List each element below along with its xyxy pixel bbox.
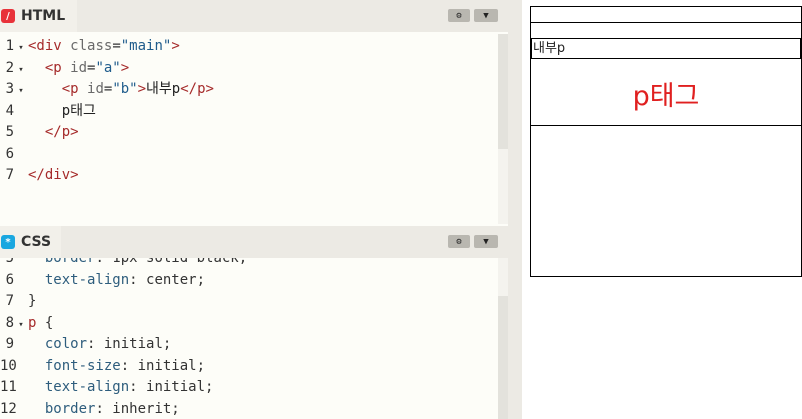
code-line[interactable]: 7 </div> [0,165,79,186]
line-number: 7 [5,167,14,183]
html-icon: / [1,9,15,23]
chevron-down-icon: ▼ [483,236,489,247]
html-scrollbar-thumb[interactable] [498,34,508,149]
code-line[interactable]: 11 text-align: initial; [0,377,213,398]
gear-icon: ⚙ [456,10,462,21]
chevron-down-icon: ▼ [483,10,489,21]
line-number: 5 [5,124,14,140]
html-collapse-button[interactable]: ▼ [474,9,498,22]
line-number: 3 [5,81,14,97]
css-panel-title: CSS [21,234,52,250]
html-code-editor[interactable]: 1 ▾ <div class="main"> 2 ▾ <p id="a"> 3 ▾ <p i… [0,34,498,224]
code-line[interactable]: 10 font-size: initial; [0,356,205,377]
html-settings-button[interactable]: ⚙ [448,9,470,22]
code-line[interactable]: 1 ▾ <div class="main"> [0,36,180,57]
code-line[interactable]: 9 color: initial; [0,334,172,355]
code-line[interactable]: 5 </p> [0,122,79,143]
preview-pane: 내부p p태그 [522,0,802,419]
css-icon: * [1,235,15,249]
fold-arrow-icon[interactable]: ▾ [14,38,28,59]
line-number: 1 [5,38,14,54]
code-text: p { [28,314,54,331]
code-text: font-size: initial; [44,357,206,374]
code-text: <p id="a"> [44,59,130,76]
line-number: 6 [5,145,14,162]
line-number: 11 [0,379,17,395]
code-text: border: inherit; [44,400,180,417]
fold-arrow-icon[interactable]: ▾ [14,315,28,336]
tab-css[interactable]: * CSS [0,226,61,258]
line-number: 8 [5,314,14,331]
code-text: <div class="main"> [28,38,180,54]
code-line[interactable]: 4 p태그 [0,101,96,122]
line-number: 9 [5,336,14,352]
code-editor-pane: / HTML ⚙ ▼ 1 ▾ <div class="main"> 2 ▾ <p id=… [0,0,508,419]
code-text: text-align: initial; [44,379,214,395]
fold-arrow-icon[interactable]: ▾ [14,81,28,102]
code-text: color: initial; [44,336,172,352]
tab-html[interactable]: / HTML [0,0,77,32]
html-panel-title: HTML [21,8,66,24]
code-text: </div> [28,167,79,183]
line-number: 10 [0,357,17,374]
code-line[interactable]: 8 ▾ p { [0,313,54,336]
css-code-editor[interactable]: 5 border: 1px solid black; 6 text-align: … [0,258,498,419]
html-panel-header: / HTML ⚙ ▼ [0,0,508,32]
code-text: border: 1px solid black; [44,258,248,266]
code-text: } [28,293,37,309]
code-line[interactable]: 6 [0,144,28,165]
preview-outer-text: p태그 [632,81,700,112]
css-settings-button[interactable]: ⚙ [448,235,470,248]
code-line[interactable]: 2 ▾ <p id="a"> [0,58,130,81]
code-text: <p id="b">내부p</p> [61,81,214,97]
line-number: 5 [5,258,14,266]
code-text: </p> [44,124,79,140]
line-number: 2 [5,59,14,76]
css-panel-header: * CSS ⚙ ▼ [0,226,508,258]
code-line[interactable]: 12 border: inherit; [0,399,180,419]
line-number: 7 [5,293,14,309]
line-number: 4 [5,102,14,119]
line-number: 12 [0,400,17,417]
fold-arrow-icon[interactable]: ▾ [14,60,28,81]
preview-p-b: 내부p [531,38,801,59]
code-text: p태그 [28,102,96,119]
css-scrollbar-thumb[interactable] [498,296,508,419]
gear-icon: ⚙ [456,236,462,247]
code-line[interactable]: 3 ▾ <p id="b">내부p</p> [0,79,214,100]
code-line[interactable]: 7} [0,291,37,312]
line-number: 6 [5,271,14,288]
code-line[interactable]: 6 text-align: center; [0,270,205,291]
code-text: text-align: center; [44,271,206,288]
css-collapse-button[interactable]: ▼ [474,235,498,248]
pane-divider[interactable] [508,0,522,419]
code-line[interactable]: 5 border: 1px solid black; [0,258,248,269]
